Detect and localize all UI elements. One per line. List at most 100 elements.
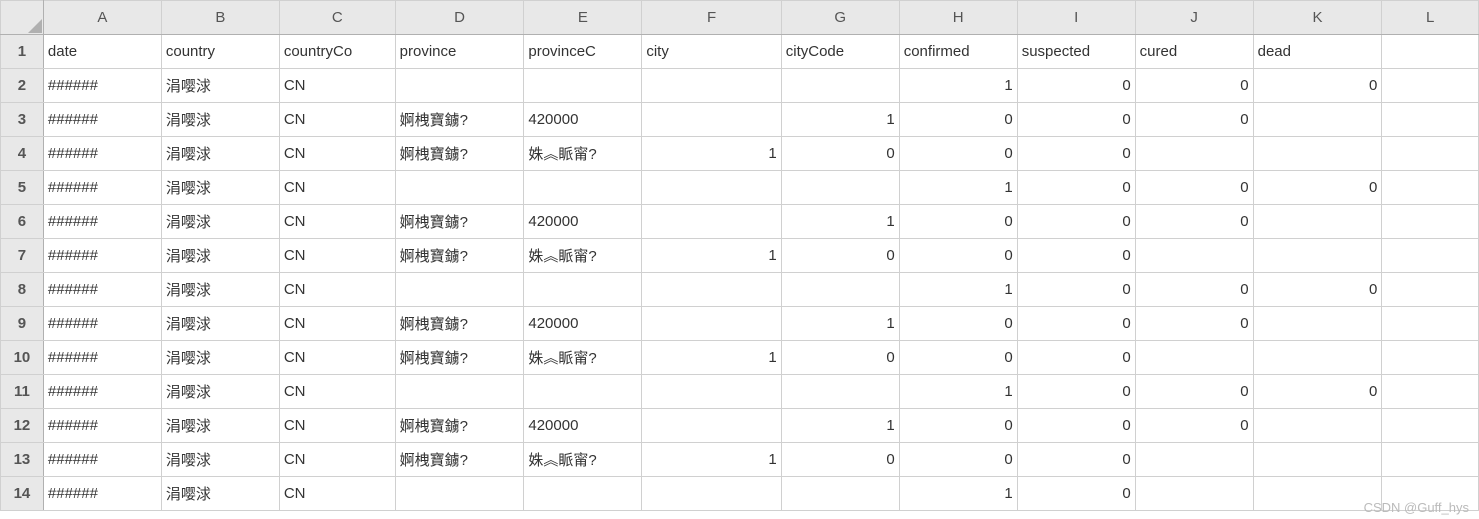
cell-K10[interactable] xyxy=(1253,341,1382,375)
cell-B6[interactable]: 涓嘤浗 xyxy=(161,205,279,239)
row-header-14[interactable]: 14 xyxy=(1,477,44,511)
cell-I8[interactable]: 0 xyxy=(1017,273,1135,307)
cell-H5[interactable]: 1 xyxy=(899,171,1017,205)
cell-K7[interactable] xyxy=(1253,239,1382,273)
cell-I9[interactable]: 0 xyxy=(1017,307,1135,341)
cell-H8[interactable]: 1 xyxy=(899,273,1017,307)
col-header-H[interactable]: H xyxy=(899,1,1017,35)
cell-K3[interactable] xyxy=(1253,103,1382,137)
cell-E1[interactable]: provinceC xyxy=(524,35,642,69)
cell-C1[interactable]: countryCo xyxy=(279,35,395,69)
cell-F3[interactable] xyxy=(642,103,781,137)
cell-A5[interactable]: ###### xyxy=(43,171,161,205)
cell-E13[interactable]: 姝︽眽甯? xyxy=(524,443,642,477)
cell-F2[interactable] xyxy=(642,69,781,103)
cell-K5[interactable]: 0 xyxy=(1253,171,1382,205)
cell-J5[interactable]: 0 xyxy=(1135,171,1253,205)
row-header-13[interactable]: 13 xyxy=(1,443,44,477)
cell-K11[interactable]: 0 xyxy=(1253,375,1382,409)
cell-C2[interactable]: CN xyxy=(279,69,395,103)
cell-B9[interactable]: 涓嘤浗 xyxy=(161,307,279,341)
cell-E9[interactable]: 420000 xyxy=(524,307,642,341)
cell-A4[interactable]: ###### xyxy=(43,137,161,171)
cell-G1[interactable]: cityCode xyxy=(781,35,899,69)
cell-K12[interactable] xyxy=(1253,409,1382,443)
cell-D4[interactable]: 婀栧寶鐪? xyxy=(395,137,524,171)
cell-A10[interactable]: ###### xyxy=(43,341,161,375)
cell-G9[interactable]: 1 xyxy=(781,307,899,341)
cell-E12[interactable]: 420000 xyxy=(524,409,642,443)
cell-B2[interactable]: 涓嘤浗 xyxy=(161,69,279,103)
row-header-2[interactable]: 2 xyxy=(1,69,44,103)
cell-A12[interactable]: ###### xyxy=(43,409,161,443)
cell-A13[interactable]: ###### xyxy=(43,443,161,477)
cell-J11[interactable]: 0 xyxy=(1135,375,1253,409)
cell-L6[interactable] xyxy=(1382,205,1479,239)
cell-L7[interactable] xyxy=(1382,239,1479,273)
cell-H1[interactable]: confirmed xyxy=(899,35,1017,69)
cell-H7[interactable]: 0 xyxy=(899,239,1017,273)
cell-G8[interactable] xyxy=(781,273,899,307)
cell-C6[interactable]: CN xyxy=(279,205,395,239)
cell-L4[interactable] xyxy=(1382,137,1479,171)
cell-I5[interactable]: 0 xyxy=(1017,171,1135,205)
cell-L8[interactable] xyxy=(1382,273,1479,307)
row-header-8[interactable]: 8 xyxy=(1,273,44,307)
cell-B3[interactable]: 涓嘤浗 xyxy=(161,103,279,137)
cell-D14[interactable] xyxy=(395,477,524,511)
cell-H13[interactable]: 0 xyxy=(899,443,1017,477)
cell-K1[interactable]: dead xyxy=(1253,35,1382,69)
cell-H11[interactable]: 1 xyxy=(899,375,1017,409)
cell-B10[interactable]: 涓嘤浗 xyxy=(161,341,279,375)
row-header-7[interactable]: 7 xyxy=(1,239,44,273)
cell-K14[interactable] xyxy=(1253,477,1382,511)
cell-I2[interactable]: 0 xyxy=(1017,69,1135,103)
cell-K8[interactable]: 0 xyxy=(1253,273,1382,307)
cell-C4[interactable]: CN xyxy=(279,137,395,171)
row-header-9[interactable]: 9 xyxy=(1,307,44,341)
cell-F13[interactable]: 1 xyxy=(642,443,781,477)
cell-H6[interactable]: 0 xyxy=(899,205,1017,239)
cell-I4[interactable]: 0 xyxy=(1017,137,1135,171)
cell-H10[interactable]: 0 xyxy=(899,341,1017,375)
cell-L9[interactable] xyxy=(1382,307,1479,341)
cell-D7[interactable]: 婀栧寶鐪? xyxy=(395,239,524,273)
row-header-3[interactable]: 3 xyxy=(1,103,44,137)
cell-D8[interactable] xyxy=(395,273,524,307)
cell-D11[interactable] xyxy=(395,375,524,409)
cell-A11[interactable]: ###### xyxy=(43,375,161,409)
cell-C14[interactable]: CN xyxy=(279,477,395,511)
cell-D2[interactable] xyxy=(395,69,524,103)
cell-A6[interactable]: ###### xyxy=(43,205,161,239)
cell-E10[interactable]: 姝︽眽甯? xyxy=(524,341,642,375)
cell-J3[interactable]: 0 xyxy=(1135,103,1253,137)
cell-B7[interactable]: 涓嘤浗 xyxy=(161,239,279,273)
cell-B1[interactable]: country xyxy=(161,35,279,69)
cell-L5[interactable] xyxy=(1382,171,1479,205)
cell-F1[interactable]: city xyxy=(642,35,781,69)
cell-B5[interactable]: 涓嘤浗 xyxy=(161,171,279,205)
col-header-F[interactable]: F xyxy=(642,1,781,35)
cell-F6[interactable] xyxy=(642,205,781,239)
cell-J13[interactable] xyxy=(1135,443,1253,477)
cell-E11[interactable] xyxy=(524,375,642,409)
row-header-6[interactable]: 6 xyxy=(1,205,44,239)
col-header-B[interactable]: B xyxy=(161,1,279,35)
spreadsheet-grid[interactable]: ABCDEFGHIJKL 1datecountrycountryCoprovin… xyxy=(0,0,1479,511)
cell-J4[interactable] xyxy=(1135,137,1253,171)
cell-G4[interactable]: 0 xyxy=(781,137,899,171)
cell-C3[interactable]: CN xyxy=(279,103,395,137)
cell-C8[interactable]: CN xyxy=(279,273,395,307)
cell-I6[interactable]: 0 xyxy=(1017,205,1135,239)
cell-J7[interactable] xyxy=(1135,239,1253,273)
cell-C9[interactable]: CN xyxy=(279,307,395,341)
cell-B4[interactable]: 涓嘤浗 xyxy=(161,137,279,171)
cell-G14[interactable] xyxy=(781,477,899,511)
col-header-E[interactable]: E xyxy=(524,1,642,35)
cell-H12[interactable]: 0 xyxy=(899,409,1017,443)
cell-D3[interactable]: 婀栧寶鐪? xyxy=(395,103,524,137)
cell-A7[interactable]: ###### xyxy=(43,239,161,273)
cell-K2[interactable]: 0 xyxy=(1253,69,1382,103)
cell-C7[interactable]: CN xyxy=(279,239,395,273)
cell-B8[interactable]: 涓嘤浗 xyxy=(161,273,279,307)
